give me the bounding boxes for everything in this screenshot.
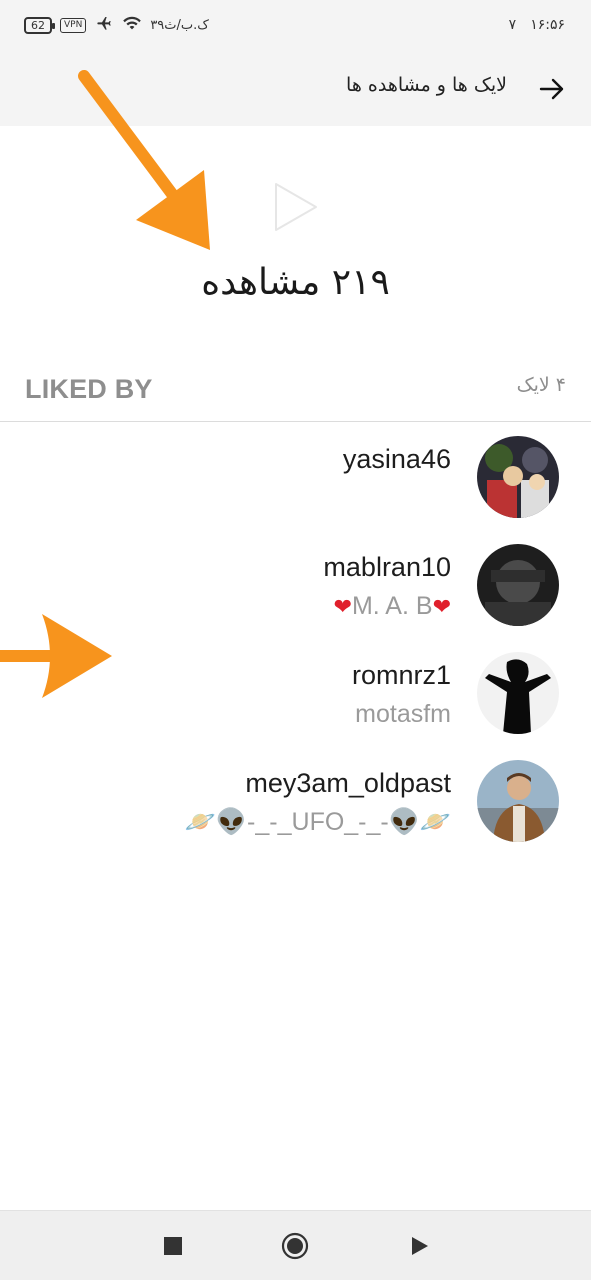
square-icon (164, 1237, 182, 1255)
back-button[interactable] (537, 74, 567, 104)
status-icons-left: 62 VPN ۳۹ک.ب/ث (24, 14, 209, 36)
avatar[interactable] (477, 760, 559, 842)
triangle-icon (412, 1237, 428, 1255)
heart-icon: ❤ (432, 594, 451, 619)
home-button[interactable] (281, 1232, 309, 1260)
list-item[interactable]: yasina46 (0, 426, 591, 526)
heart-icon: ❤ (333, 594, 352, 619)
username: romnrz1 (351, 660, 451, 690)
avatar[interactable] (477, 544, 559, 626)
liked-by-label: LIKED BY (25, 374, 153, 404)
user-bio: motasfm (355, 700, 451, 728)
recents-button[interactable] (159, 1232, 187, 1260)
username: mablran10 (323, 552, 451, 582)
airplane-icon (94, 15, 114, 35)
status-bar: 62 VPN ۳۹ک.ب/ث ۷ ۱۶:۵۶ (0, 0, 591, 50)
back-nav-button[interactable] (406, 1232, 434, 1260)
annotation-arrow-icon (78, 70, 210, 250)
play-icon (268, 180, 322, 234)
views-count: ۲۱۹ مشاهده (201, 262, 390, 303)
avatar[interactable] (477, 436, 559, 518)
username: yasina46 (342, 444, 451, 474)
system-nav-bar (0, 1210, 591, 1280)
likes-count: ۴ لایک (516, 374, 566, 396)
wifi-icon (122, 15, 142, 35)
divider (0, 421, 591, 422)
status-icons-right: ۷ ۱۶:۵۶ (509, 14, 565, 36)
vpn-icon: VPN (60, 17, 87, 33)
bio-text: M. A. B (351, 592, 433, 620)
user-bio: 🪐👽-_-_UFO_-_-👽🪐 (184, 808, 451, 836)
circle-icon (281, 1232, 309, 1260)
status-time: ۱۶:۵۶ (530, 17, 565, 33)
user-bio: ❤M. A. B❤ (334, 592, 451, 621)
arrow-right-icon (539, 78, 564, 100)
battery-icon: 62 (24, 16, 55, 34)
username: mey3am_oldpast (245, 768, 451, 798)
annotation-arrow-icon (0, 614, 112, 698)
page-title: لایک ها و مشاهده ها (346, 74, 507, 96)
avatar[interactable] (477, 652, 559, 734)
status-extra: ۷ (508, 17, 517, 33)
data-speed: ۳۹ک.ب/ث (150, 17, 209, 33)
list-item[interactable]: mey3am_oldpast 🪐👽-_-_UFO_-_-👽🪐 (0, 750, 591, 850)
